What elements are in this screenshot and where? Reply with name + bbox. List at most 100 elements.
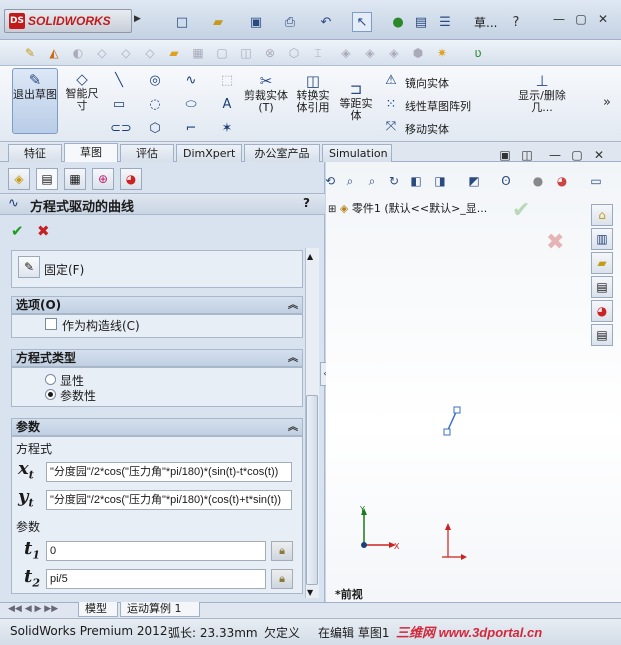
circle-icon[interactable]: ◎ bbox=[146, 72, 164, 90]
t1-lock-icon[interactable]: 🔒︎ bbox=[271, 541, 293, 561]
parametric-radio[interactable] bbox=[45, 389, 56, 400]
text-icon[interactable]: A bbox=[218, 96, 236, 114]
linear-pattern-icon[interactable]: ⁙ bbox=[382, 96, 400, 114]
rectangle-icon[interactable]: ▭ bbox=[110, 96, 128, 114]
t2-lock-icon[interactable]: 🔒︎ bbox=[271, 569, 293, 589]
arc-icon[interactable]: ◌ bbox=[146, 96, 164, 114]
tab-office-products[interactable]: 办公室产品 bbox=[244, 144, 320, 162]
offset-entities-button[interactable]: ⊐ 等距实体 bbox=[336, 80, 376, 122]
convert-entities-button[interactable]: ◫ 转换实体引用 bbox=[292, 72, 334, 114]
mirror-icon[interactable]: ⚠ bbox=[382, 72, 400, 90]
slot-icon[interactable]: ⊂⊃ bbox=[110, 120, 132, 138]
collapse-chevron-icon[interactable]: ︽ bbox=[288, 350, 298, 367]
wrap-icon[interactable]: ◈ bbox=[386, 45, 402, 61]
construction-checkbox[interactable] bbox=[45, 318, 57, 330]
help-icon[interactable]: ? bbox=[508, 12, 524, 32]
spline-icon[interactable]: ∿ bbox=[182, 72, 200, 90]
minimize-icon[interactable]: — bbox=[550, 12, 568, 28]
tab-motion-study[interactable]: 运动算例 1 bbox=[120, 602, 200, 617]
trim-entities-button[interactable]: ✂ 剪裁实体(T) bbox=[244, 72, 288, 114]
panel-help-button[interactable]: ? bbox=[303, 196, 310, 210]
loft-icon[interactable]: ◇ bbox=[118, 45, 134, 61]
feature-manager-tab-icon[interactable]: ◈ bbox=[8, 168, 30, 190]
t1-input[interactable]: 0 bbox=[46, 541, 266, 561]
collapse-chevron-icon[interactable]: ︽ bbox=[288, 297, 298, 314]
dimxpert-manager-tab-icon[interactable]: ⊕ bbox=[92, 168, 114, 190]
sparkle-icon[interactable]: ✷ bbox=[434, 45, 450, 61]
fillet-icon[interactable]: ◫ bbox=[238, 45, 254, 61]
exit-sketch-button[interactable]: ✎ 退出草图 bbox=[12, 68, 58, 134]
sweep-icon[interactable]: ◇ bbox=[94, 45, 110, 61]
close-icon[interactable]: ✕ bbox=[594, 12, 612, 28]
curve-icon[interactable]: ʋ bbox=[470, 45, 486, 61]
fixed-icon[interactable]: ✎ bbox=[18, 256, 40, 278]
scroll-up-icon[interactable]: ▲ bbox=[307, 252, 313, 261]
tab-evaluate[interactable]: 评估 bbox=[120, 144, 174, 162]
yt-equation-input[interactable]: "分度园"/2*cos("压力角"*pi/180)*(cos(t)+t*sin(… bbox=[46, 490, 292, 510]
extrude-icon[interactable]: ◭ bbox=[46, 45, 62, 61]
point-icon[interactable]: ✶ bbox=[218, 120, 236, 138]
tab-dimxpert[interactable]: DimXpert bbox=[176, 144, 242, 162]
menu-arrow-icon[interactable]: ▶ bbox=[134, 14, 142, 26]
cancel-button[interactable]: ✖ bbox=[37, 222, 50, 240]
open-folder-icon[interactable]: ▰ bbox=[208, 12, 228, 32]
linear-pattern-label[interactable]: 线性草图阵列 bbox=[405, 98, 471, 114]
options-header[interactable]: 选项(O) ︽ bbox=[11, 296, 303, 314]
move-icon[interactable]: ⤧ bbox=[382, 118, 400, 136]
move-entities-label[interactable]: 移动实体 bbox=[405, 121, 449, 137]
tab-model[interactable]: 模型 bbox=[78, 602, 118, 617]
equation-type-header[interactable]: 方程式类型 ︽ bbox=[11, 349, 303, 367]
plane-icon[interactable]: ▰ bbox=[166, 45, 182, 61]
display-delete-relations-button[interactable]: ⊥ 显示/删除几... bbox=[518, 72, 566, 114]
tab-nav-arrows-icon[interactable]: ◀◀ ◀ ▶ ▶▶ bbox=[8, 604, 58, 614]
copy-icon[interactable]: ▦ bbox=[190, 45, 206, 61]
rib-icon[interactable]: ⬡ bbox=[286, 45, 302, 61]
shell-icon[interactable]: ▢ bbox=[214, 45, 230, 61]
revolve-icon[interactable]: ◐ bbox=[70, 45, 86, 61]
undo-icon[interactable]: ↶ bbox=[316, 12, 336, 32]
mirror-feature-icon[interactable]: ◈ bbox=[362, 45, 378, 61]
tab-sketch[interactable]: 草图 bbox=[64, 143, 118, 163]
hole-icon[interactable]: ⊗ bbox=[262, 45, 278, 61]
more-chevron-icon[interactable]: » bbox=[598, 94, 616, 112]
curve-end-point[interactable] bbox=[453, 406, 461, 414]
display-manager-tab-icon[interactable]: ◕ bbox=[120, 168, 142, 190]
logo-text: SOLIDWORKS bbox=[28, 14, 111, 28]
construction-icon[interactable]: ⬚ bbox=[218, 72, 236, 90]
ok-button[interactable]: ✔ bbox=[11, 222, 24, 240]
dome-icon[interactable]: ⬢ bbox=[410, 45, 426, 61]
t2-input[interactable]: pi/5 bbox=[46, 569, 266, 589]
draft-icon[interactable]: ⌶ bbox=[310, 45, 326, 61]
restore-icon[interactable]: ▢ bbox=[572, 12, 590, 28]
parameters-header[interactable]: 参数 ︽ bbox=[11, 418, 303, 436]
property-manager-tab-icon[interactable]: ▤ bbox=[36, 168, 58, 190]
pattern-icon[interactable]: ◈ bbox=[338, 45, 354, 61]
new-document-icon[interactable]: □ bbox=[172, 12, 192, 32]
tab-simulation[interactable]: Simulation bbox=[322, 144, 392, 162]
options-icon[interactable]: ☰ bbox=[436, 12, 454, 32]
boundary-icon[interactable]: ◇ bbox=[142, 45, 158, 61]
scrollbar-thumb[interactable] bbox=[306, 395, 318, 585]
configuration-manager-tab-icon[interactable]: ▦ bbox=[64, 168, 86, 190]
scroll-down-icon[interactable]: ▼ bbox=[307, 588, 313, 597]
line-icon[interactable]: ╲ bbox=[110, 72, 128, 90]
ellipse-icon[interactable]: ⬭ bbox=[182, 96, 200, 114]
polygon-icon[interactable]: ⬡ bbox=[146, 120, 164, 138]
file-properties-icon[interactable]: ▤ bbox=[412, 12, 430, 32]
curve-start-point[interactable] bbox=[443, 428, 451, 436]
rebuild-icon[interactable]: ● bbox=[390, 12, 406, 32]
mirror-entities-label[interactable]: 镜向实体 bbox=[405, 75, 449, 91]
sketch-tool-icon[interactable]: ✎ bbox=[22, 45, 38, 61]
equation-type-box bbox=[11, 367, 303, 407]
print-icon[interactable]: ⎙ bbox=[280, 12, 300, 32]
smart-dimension-button[interactable]: ◇ 智能尺寸 bbox=[62, 70, 102, 112]
explicit-radio[interactable] bbox=[45, 374, 56, 385]
select-pointer-icon[interactable]: ↖ bbox=[352, 12, 372, 32]
xt-equation-input[interactable]: "分度园"/2*cos("压力角"*pi/180)*(sin(t)-t*cos(… bbox=[46, 462, 292, 482]
save-icon[interactable]: ▣ bbox=[246, 12, 266, 32]
fillet-sketch-icon[interactable]: ⌐ bbox=[182, 120, 200, 138]
solidworks-logo[interactable]: DS SOLIDWORKS bbox=[4, 9, 132, 33]
collapse-chevron-icon[interactable]: ︽ bbox=[288, 419, 298, 436]
radio-dot bbox=[48, 392, 53, 397]
tab-features[interactable]: 特征 bbox=[8, 144, 62, 162]
